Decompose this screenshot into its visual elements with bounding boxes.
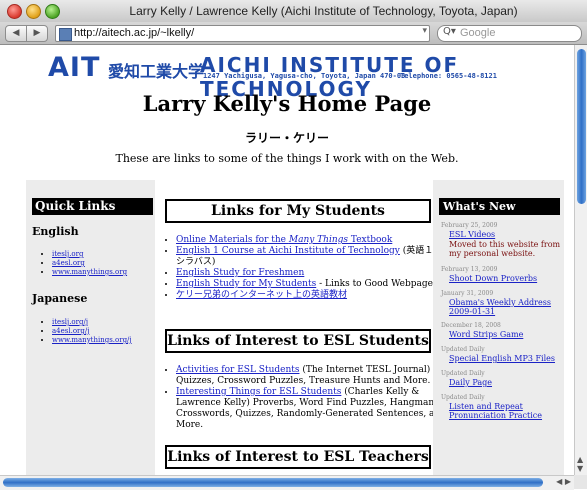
news-date: December 18, 2008 <box>441 322 501 329</box>
news-link-special-english[interactable]: Special English MP3 Files <box>449 354 561 363</box>
list-item: English 1 Course at Aichi Institute of T… <box>176 246 446 268</box>
quick-link-iteslj-j[interactable]: iteslj.org/j <box>52 318 88 326</box>
news-note: Moved to this website from my personal w… <box>449 240 561 258</box>
link-interesting-things[interactable]: Interesting Things for ESL Students <box>176 387 341 397</box>
quick-link-iteslj[interactable]: iteslj.org <box>52 250 83 258</box>
forward-button[interactable]: ▶ <box>26 25 48 42</box>
list-item: English Study for Freshmen <box>176 268 446 279</box>
link-kelly-brothers-japanese[interactable]: ケリー兄弟のインターネット上の英語教材 <box>176 290 347 300</box>
address-dropdown-icon[interactable]: ▾ <box>422 26 427 36</box>
list-item: a4esl.org <box>52 259 127 268</box>
news-link-word-strips[interactable]: Word Strips Game <box>449 330 561 339</box>
list-item: iteslj.org/j <box>52 318 132 327</box>
list-item: www.manythings.org <box>52 268 127 277</box>
list-item: Online Materials for the Many Things Tex… <box>176 235 446 246</box>
english-link-list: iteslj.org a4esl.org www.manythings.org <box>34 250 127 277</box>
link-freshmen-study[interactable]: English Study for Freshmen <box>176 268 304 278</box>
list-item: Interesting Things for ESL Students (Cha… <box>176 387 446 431</box>
site-favicon-icon <box>59 28 72 41</box>
back-button[interactable]: ◀ <box>5 25 27 42</box>
ait-address: 1247 Yachigusa, Yagusa-cho, Toyota, Japa… <box>203 72 406 80</box>
news-link-listen-repeat[interactable]: Listen and Repeat Pronunciation Practice <box>449 402 561 420</box>
news-date: Updated Daily <box>441 370 485 377</box>
vertical-scroll-thumb[interactable] <box>577 49 586 204</box>
address-text[interactable]: http://aitech.ac.jp/~lkelly/ <box>74 27 194 39</box>
japanese-link-list: iteslj.org/j a4esl.org/j www.manythings.… <box>34 318 132 345</box>
zoom-window-button[interactable] <box>45 4 60 19</box>
ait-telephone: Telephone: 0565-48-8121 <box>400 72 497 80</box>
close-window-button[interactable] <box>7 4 22 19</box>
news-date: Updated Daily <box>441 394 485 401</box>
minimize-window-button[interactable] <box>26 4 41 19</box>
list-item: iteslj.org <box>52 250 127 259</box>
window-title: Larry Kelly / Lawrence Kelly (Aichi Inst… <box>129 4 518 18</box>
link-english1-course[interactable]: English 1 Course at Aichi Institute of T… <box>176 246 400 256</box>
list-item: English Study for My Students - Links to… <box>176 279 446 290</box>
list-item: Activities for ESL Students (The Interne… <box>176 365 446 387</box>
page-title: Larry Kelly's Home Page <box>142 91 432 116</box>
list-item: www.manythings.org/j <box>52 336 132 345</box>
news-date: January 31, 2009 <box>441 290 494 297</box>
horizontal-scroll-thumb[interactable] <box>3 478 543 487</box>
link-activities-esl[interactable]: Activities for ESL Students <box>176 365 299 375</box>
window-title-bar: Larry Kelly / Lawrence Kelly (Aichi Inst… <box>0 0 587 23</box>
horizontal-scroll-arrows-icon[interactable]: ◀ ▶ <box>556 477 571 486</box>
link-study-for-students[interactable]: English Study for My Students <box>176 279 316 289</box>
quick-links-panel: Quick Links English iteslj.org a4esl.org… <box>26 180 155 475</box>
whats-new-heading: What's New <box>439 198 560 215</box>
ait-logo-japanese: 愛知工業大学 <box>108 62 205 81</box>
browser-toolbar: ◀ ▶ http://aitech.ac.jp/~lkelly/ ▾ Q▾ Go… <box>0 22 587 45</box>
news-date: Updated Daily <box>441 346 485 353</box>
search-field[interactable]: Q▾ Google <box>437 25 582 42</box>
horizontal-scrollbar[interactable]: ◀ ▶ <box>0 475 574 490</box>
news-link-daily-page[interactable]: Daily Page <box>449 378 561 387</box>
katakana-name: ラリー・ケリー <box>244 131 329 145</box>
quick-link-manythings[interactable]: www.manythings.org <box>52 268 127 276</box>
news-date: February 25, 2009 <box>441 222 498 229</box>
search-icon[interactable]: Q▾ <box>443 26 456 37</box>
vertical-scrollbar[interactable]: ▲ ▼ <box>574 45 587 475</box>
list-item: a4esl.org/j <box>52 327 132 336</box>
esl-students-link-list: Activities for ESL Students (The Interne… <box>160 365 446 431</box>
news-link-shoot-down-proverbs[interactable]: Shoot Down Proverbs <box>449 274 561 283</box>
students-section-heading: Links for My Students <box>165 199 431 223</box>
search-placeholder: Google <box>460 27 496 39</box>
esl-students-section-heading: Links of Interest to ESL Students <box>165 329 431 353</box>
quick-link-manythings-j[interactable]: www.manythings.org/j <box>52 336 132 344</box>
address-bar[interactable]: http://aitech.ac.jp/~lkelly/ ▾ <box>55 25 430 42</box>
list-item: ケリー兄弟のインターネット上の英語教材 <box>176 290 446 301</box>
ait-logo[interactable]: AIT <box>48 52 100 83</box>
japanese-label: Japanese <box>32 292 88 305</box>
news-link-esl-videos[interactable]: ESL Videos <box>449 230 561 239</box>
news-link-obama-address[interactable]: Obama's Weekly Address 2009-01-31 <box>449 298 561 316</box>
link-many-things-materials[interactable]: Online Materials for the Many Things Tex… <box>176 235 392 245</box>
page-viewport: AIT 愛知工業大学 AICHI INSTITUTE OF TECHNOLOGY… <box>0 45 574 475</box>
whats-new-panel: What's New February 25, 2009 ESL Videos … <box>433 180 564 475</box>
scroll-arrows-icon[interactable]: ▲ ▼ <box>577 455 583 473</box>
english-label: English <box>32 225 79 238</box>
news-date: February 13, 2009 <box>441 266 498 273</box>
students-link-list: Online Materials for the Many Things Tex… <box>160 235 446 301</box>
esl-teachers-section-heading: Links of Interest to ESL Teachers <box>165 445 431 469</box>
webpages-note: - Links to Good Webpages <box>316 279 438 289</box>
quick-link-a4esl[interactable]: a4esl.org <box>52 259 85 267</box>
resize-grip-icon[interactable] <box>574 475 587 489</box>
intro-text: These are links to some of the things I … <box>115 152 459 165</box>
quick-links-heading: Quick Links <box>32 198 153 215</box>
quick-link-a4esl-j[interactable]: a4esl.org/j <box>52 327 89 335</box>
